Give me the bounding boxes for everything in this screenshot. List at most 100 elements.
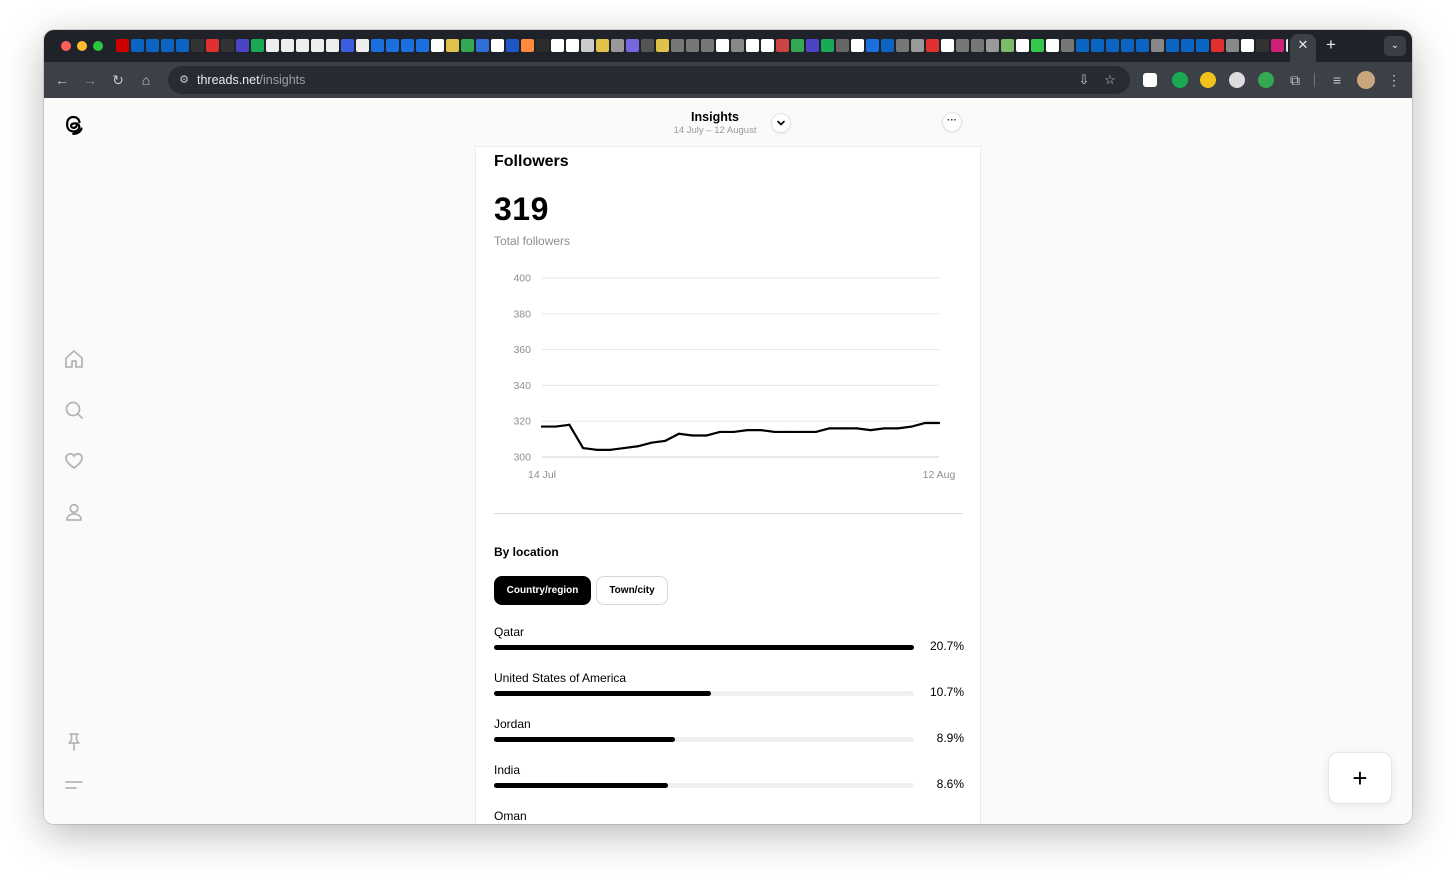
pinned-tab-favicon[interactable] (311, 39, 324, 52)
pinned-tab-favicon[interactable] (911, 39, 924, 52)
country-region-tab[interactable]: Country/region (494, 576, 591, 605)
pinned-tab-favicon[interactable] (191, 39, 204, 52)
grammarly-extension-icon[interactable] (1172, 72, 1188, 88)
pinned-tab-favicon[interactable] (341, 39, 354, 52)
pinned-tab-favicon[interactable] (236, 39, 249, 52)
pinned-tab-favicon[interactable] (821, 39, 834, 52)
date-range-dropdown[interactable] (771, 113, 791, 133)
pinned-tab-favicon[interactable] (1256, 39, 1269, 52)
pinned-tab-favicon[interactable] (1271, 39, 1284, 52)
pinned-tab-favicon[interactable] (1166, 39, 1179, 52)
bookmark-star-icon[interactable]: ☆ (1100, 70, 1120, 90)
maximize-window-button[interactable] (93, 41, 103, 51)
pinned-tab-favicon[interactable] (1226, 39, 1239, 52)
pinned-tab-favicon[interactable] (746, 39, 759, 52)
install-app-icon[interactable]: ⇩ (1074, 70, 1094, 90)
pinned-tab-favicon[interactable] (161, 39, 174, 52)
pinned-tab-favicon[interactable] (926, 39, 939, 52)
pinned-tab-favicon[interactable] (941, 39, 954, 52)
pinned-tab-favicon[interactable] (1046, 39, 1059, 52)
pinned-tab-favicon[interactable] (806, 39, 819, 52)
pinned-tab-favicon[interactable] (641, 39, 654, 52)
threads-logo-icon[interactable] (60, 110, 88, 138)
pinned-tab-favicon[interactable] (791, 39, 804, 52)
new-tab-icon[interactable]: + (1324, 36, 1338, 54)
url-text[interactable]: threads.net/insights (197, 66, 305, 94)
menu-lines-icon[interactable] (63, 774, 85, 796)
pinned-tab-favicon[interactable] (551, 39, 564, 52)
pinned-tab-favicon[interactable] (896, 39, 909, 52)
pinned-tab-favicon[interactable] (971, 39, 984, 52)
pinned-tab-favicon[interactable] (1121, 39, 1134, 52)
pinned-tab-favicon[interactable] (566, 39, 579, 52)
pinned-tab-favicon[interactable] (866, 39, 879, 52)
more-options-button[interactable]: ··· (942, 112, 962, 132)
pinned-tab-favicon[interactable] (206, 39, 219, 52)
pinned-tab-favicon[interactable] (1001, 39, 1014, 52)
pinned-tab-favicon[interactable] (671, 39, 684, 52)
pinned-tab-favicon[interactable] (731, 39, 744, 52)
tab-search-chevron-icon[interactable]: ⌄ (1384, 36, 1406, 56)
pinned-tab-favicon[interactable] (116, 39, 129, 52)
home-nav-icon[interactable] (63, 348, 85, 370)
pinned-tab-favicon[interactable] (956, 39, 969, 52)
pinned-tab-favicon[interactable] (416, 39, 429, 52)
pinned-tab-favicon[interactable] (446, 39, 459, 52)
pinned-tab-favicon[interactable] (176, 39, 189, 52)
pinned-tab-favicon[interactable] (761, 39, 774, 52)
pinned-tab-favicon[interactable] (986, 39, 999, 52)
pinned-tab-favicon[interactable] (611, 39, 624, 52)
pinned-tab-favicon[interactable] (1076, 39, 1089, 52)
pinned-tab-favicon[interactable] (356, 39, 369, 52)
home-icon[interactable]: ⌂ (136, 70, 156, 90)
create-post-button[interactable]: + (1328, 752, 1392, 804)
pinned-tab-favicon[interactable] (596, 39, 609, 52)
pinned-tab-favicon[interactable] (686, 39, 699, 52)
town-city-tab[interactable]: Town/city (596, 576, 668, 605)
browser-menu-icon[interactable]: ⋮ (1384, 70, 1404, 90)
pinned-tab-favicon[interactable] (371, 39, 384, 52)
pinned-tab-favicon[interactable] (1091, 39, 1104, 52)
pinned-tab-favicon[interactable] (536, 39, 549, 52)
pin-icon[interactable] (63, 731, 85, 753)
search-nav-icon[interactable] (63, 399, 85, 421)
extensions-puzzle-icon[interactable]: ⧉ (1285, 70, 1305, 90)
pinned-tab-favicon[interactable] (461, 39, 474, 52)
pinned-tab-favicon[interactable] (386, 39, 399, 52)
forward-arrow-icon[interactable]: → (80, 70, 100, 90)
pinned-tab-favicon[interactable] (1106, 39, 1119, 52)
reload-icon[interactable]: ↻ (108, 70, 128, 90)
extension-green-icon[interactable] (1258, 72, 1274, 88)
pinned-tab-favicon[interactable] (1241, 39, 1254, 52)
extension-yellow-icon[interactable] (1200, 72, 1216, 88)
pinned-tab-favicon[interactable] (476, 39, 489, 52)
pinned-tab-favicon[interactable] (581, 39, 594, 52)
pinned-tab-favicon[interactable] (881, 39, 894, 52)
pinned-tab-favicon[interactable] (326, 39, 339, 52)
pinned-tab-favicon[interactable] (836, 39, 849, 52)
pinned-tab-favicon[interactable] (1211, 39, 1224, 52)
pinned-tab-favicon[interactable] (701, 39, 714, 52)
pinned-tab-favicon[interactable] (506, 39, 519, 52)
reading-list-icon[interactable]: ≡ (1327, 70, 1347, 90)
pinned-tab-favicon[interactable] (221, 39, 234, 52)
pinned-tab-favicon[interactable] (251, 39, 264, 52)
extension-layers-icon[interactable] (1143, 73, 1157, 87)
extension-bolt-icon[interactable] (1229, 72, 1245, 88)
pinned-tab-favicon[interactable] (776, 39, 789, 52)
close-tab-icon[interactable]: ✕ (1296, 36, 1310, 54)
pinned-tab-favicon[interactable] (296, 39, 309, 52)
pinned-tab-favicon[interactable] (146, 39, 159, 52)
pinned-tab-favicon[interactable] (1031, 39, 1044, 52)
pinned-tab-favicon[interactable] (266, 39, 279, 52)
pinned-tab-favicon[interactable] (431, 39, 444, 52)
pinned-tab-favicon[interactable] (626, 39, 639, 52)
back-arrow-icon[interactable]: ← (52, 70, 72, 90)
pinned-tab-favicon[interactable] (716, 39, 729, 52)
pinned-tab-favicon[interactable] (281, 39, 294, 52)
pinned-tab-favicon[interactable] (491, 39, 504, 52)
pinned-tab-favicon[interactable] (1016, 39, 1029, 52)
minimize-window-button[interactable] (77, 41, 87, 51)
address-bar[interactable]: ⚙ threads.net/insights ⇩ ☆ (168, 66, 1130, 94)
pinned-tab-favicon[interactable] (851, 39, 864, 52)
